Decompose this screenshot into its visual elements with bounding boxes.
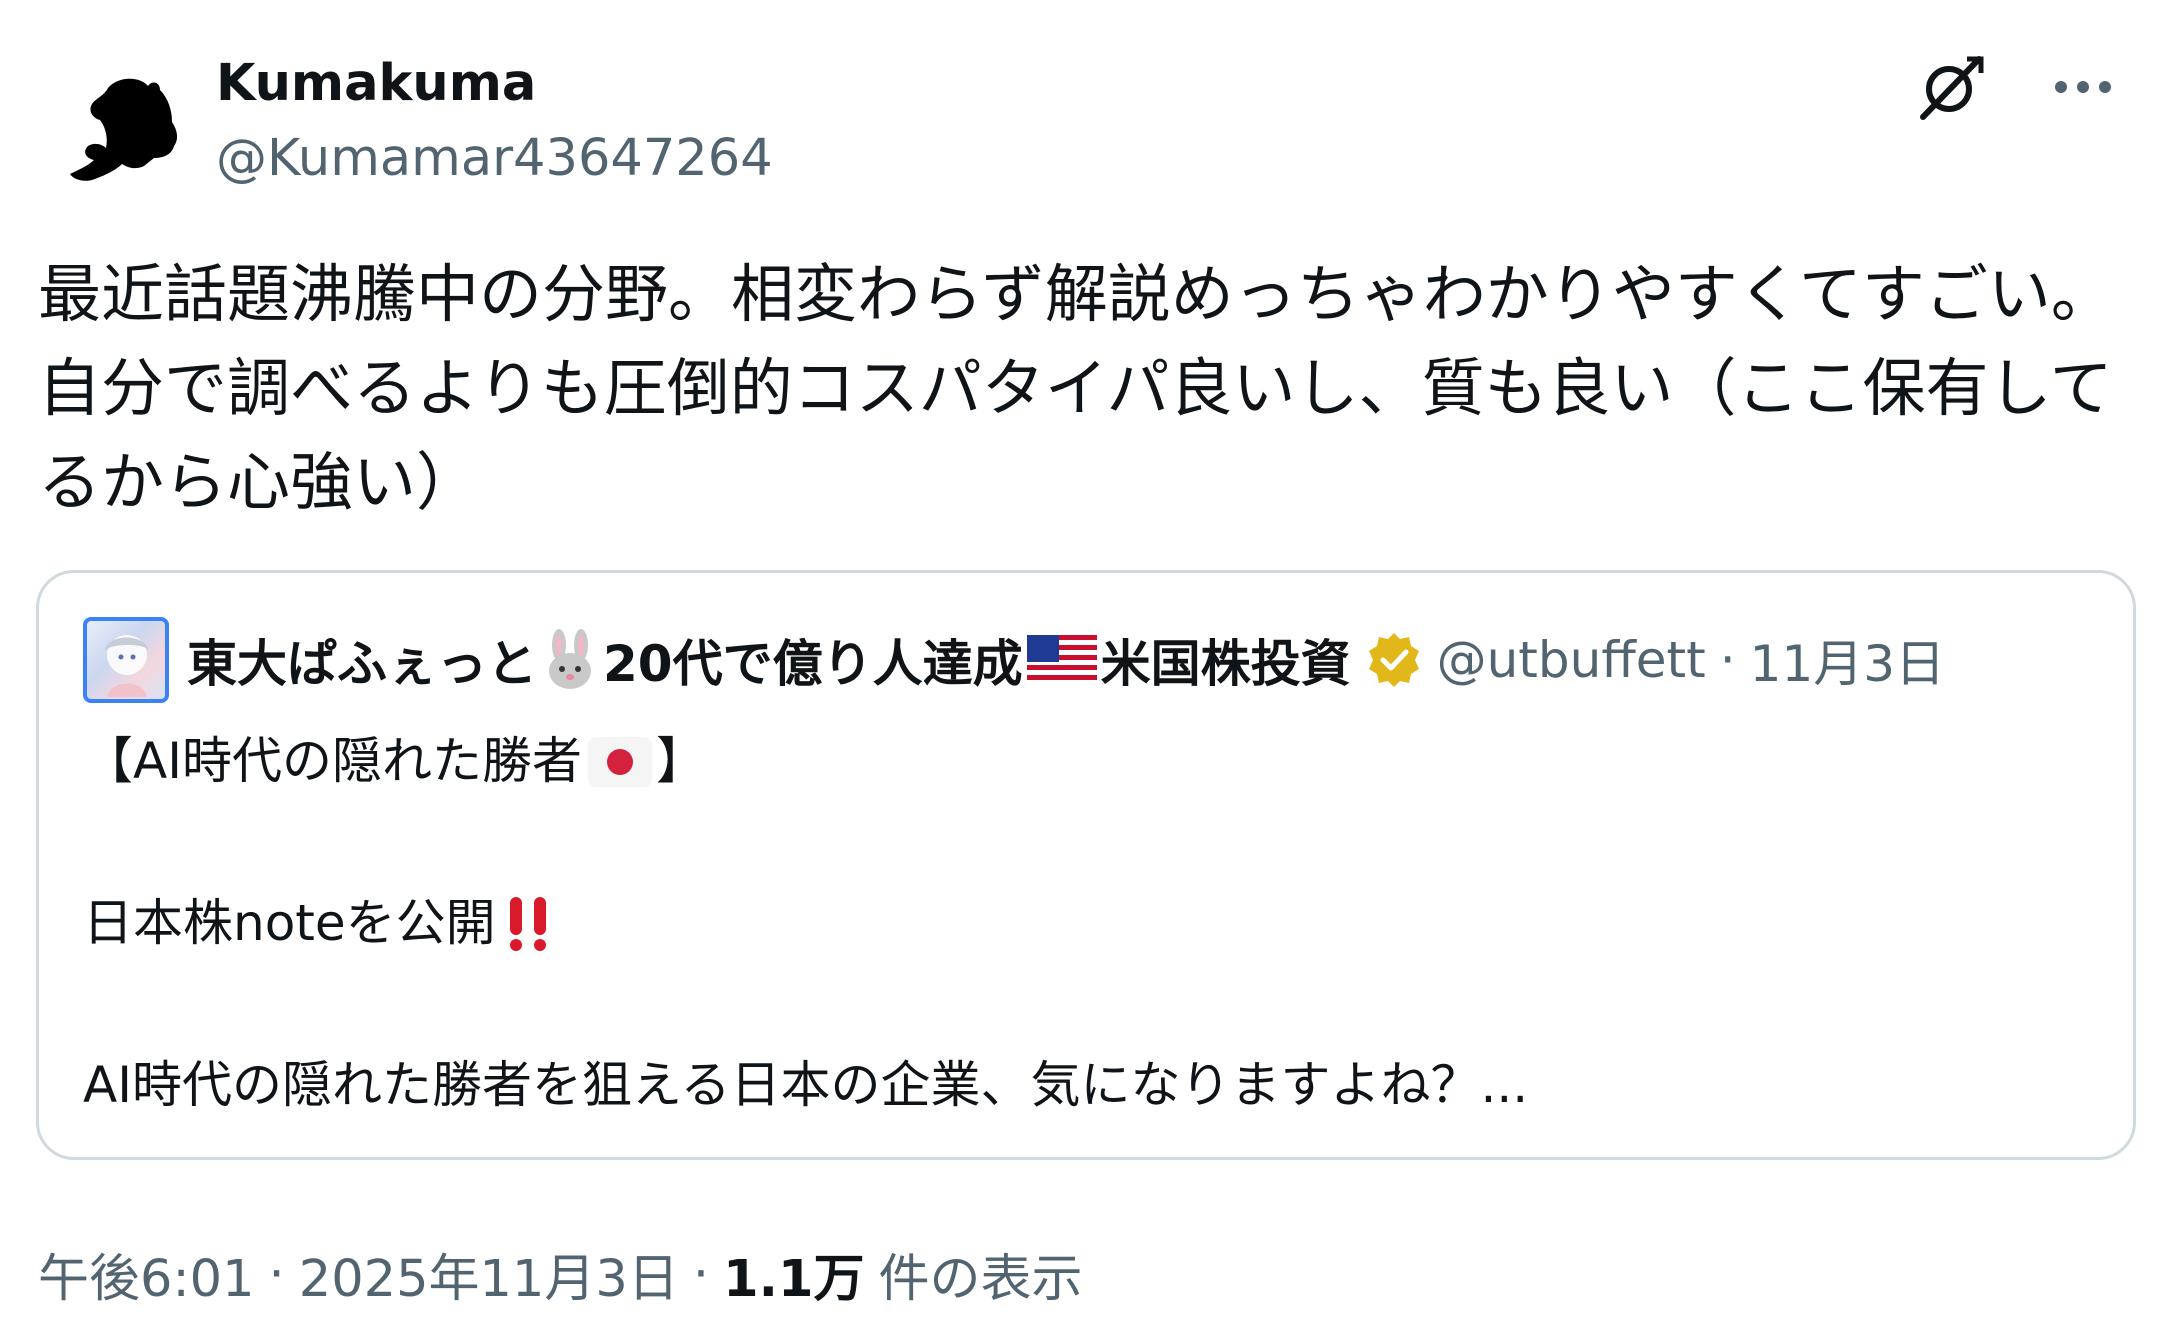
black-bear-silhouette-icon — [70, 78, 178, 181]
quoted-line-2: 日本株noteを公開 — [83, 883, 2093, 964]
tweet-text: 最近話題沸騰中の分野。相変わらず解説めっちゃわかりやすくてすごい。 自分で調べる… — [38, 258, 2114, 519]
views-count[interactable]: 1.1万 — [723, 1237, 864, 1311]
more-button[interactable] — [2036, 40, 2130, 134]
quoted-name-part3: 米国株投資 — [1100, 635, 1351, 693]
grok-button[interactable] — [1904, 40, 1998, 134]
japan-flag-icon — [587, 736, 652, 787]
tweet-top-actions — [1904, 40, 2130, 134]
quoted-author-handle[interactable]: @utbuffett — [1437, 631, 1706, 689]
quoted-tweet-header: 東大ぱふぇっと 20代で億り人達成 米国株投資 @utbuffett · 11月… — [83, 615, 2103, 705]
us-flag-icon — [1026, 635, 1097, 685]
tweet-meta: 午後6:01 · 2025年11月3日 · 1.1万 件の表示 — [38, 1237, 1082, 1311]
quoted-date[interactable]: 11月3日 — [1750, 624, 1945, 696]
verified-badge-icon[interactable] — [1365, 631, 1423, 689]
rabbit-icon — [541, 629, 599, 691]
author-name[interactable]: Kumakuma — [216, 52, 773, 116]
tweet-header: Kumakuma @Kumamar43647264 — [38, 40, 2138, 190]
quoted-line-1: 【AI時代の隠れた勝者 】 — [83, 721, 2093, 802]
quoted-line-1-pre: 【AI時代の隠れた勝者 — [83, 732, 582, 790]
meta-separator: · — [692, 1244, 710, 1304]
quoted-author-avatar[interactable] — [83, 617, 169, 703]
quoted-blank-line — [83, 802, 2093, 883]
double-exclamation-icon — [504, 895, 554, 953]
anime-avatar-icon — [105, 635, 149, 697]
author-handle[interactable]: @Kumamar43647264 — [216, 126, 773, 192]
quoted-tweet-text: 【AI時代の隠れた勝者 】 日本株noteを公開 AI時代の隠れた勝者を狙える日… — [83, 721, 2093, 1126]
views-label: 件の表示 — [878, 1250, 1083, 1309]
tweet-time[interactable]: 午後6:01 — [38, 1237, 255, 1311]
quoted-tweet-card[interactable]: 東大ぱふぇっと 20代で億り人達成 米国株投資 @utbuffett · 11月… — [36, 570, 2136, 1160]
meta-separator: · — [268, 1244, 285, 1304]
quoted-line-2-text: 日本株noteを公開 — [83, 894, 496, 952]
quoted-separator: · — [1719, 631, 1736, 689]
author-block: Kumakuma @Kumamar43647264 — [216, 52, 773, 192]
slashed-circle-icon — [1920, 56, 1984, 120]
tweet-date[interactable]: 2025年11月3日 — [299, 1237, 679, 1311]
author-avatar[interactable] — [48, 58, 198, 208]
quoted-name-part2: 20代で億り人達成 — [603, 635, 1023, 693]
quoted-blank-line — [83, 964, 2093, 1045]
quoted-author-name[interactable]: 東大ぱふぇっと 20代で億り人達成 米国株投資 — [187, 624, 1351, 696]
quoted-line-3: AI時代の隠れた勝者を狙える日本の企業、気になりますよね？... — [83, 1045, 2093, 1126]
quoted-name-part1: 東大ぱふぇっと — [187, 635, 537, 693]
more-dots-icon — [2055, 81, 2111, 93]
quoted-line-1-post: 】 — [655, 732, 706, 790]
quoted-line-3-text: AI時代の隠れた勝者を狙える日本の企業、気になりますよね？... — [83, 1056, 1529, 1114]
